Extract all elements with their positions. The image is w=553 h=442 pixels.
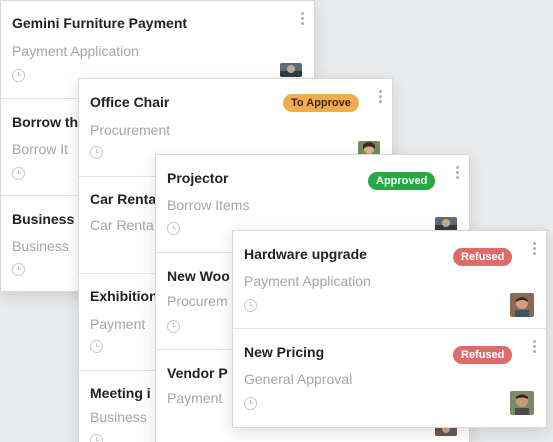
card-subtitle: Payment [90, 316, 146, 332]
avatar [435, 217, 457, 231]
card-subtitle: Borrow It [12, 141, 69, 157]
card-stack-4: Hardware upgrade Payment Application Ref… [232, 230, 547, 428]
card-title: Car Renta [90, 191, 157, 207]
card-subtitle: Payment Application [244, 273, 371, 289]
card-subtitle: Payment [167, 390, 223, 406]
clock-icon[interactable] [12, 69, 25, 82]
card-title: New Pricing [244, 344, 325, 360]
avatar [280, 63, 302, 77]
avatar [510, 391, 534, 415]
clock-icon[interactable] [167, 222, 180, 235]
card-menu-icon[interactable] [533, 340, 537, 354]
card-title: Office Chair [90, 94, 170, 110]
card-subtitle: Payment Application [12, 43, 139, 59]
clock-icon[interactable] [12, 167, 25, 180]
card-subtitle: General Approval [244, 371, 353, 387]
kanban-card-hardware-upgrade[interactable]: Hardware upgrade Payment Application Ref… [233, 231, 546, 329]
status-badge: Refused [453, 248, 513, 266]
card-title: Gemini Furniture Payment [12, 15, 188, 31]
card-subtitle: Business [12, 238, 69, 254]
card-menu-icon[interactable] [379, 90, 383, 104]
card-title: Business [12, 211, 75, 227]
card-title: New Woo [167, 268, 230, 284]
card-title: Exhibition [90, 288, 158, 304]
card-subtitle: Procurem [167, 293, 228, 309]
kanban-card-new-pricing[interactable]: New Pricing General Approval Refused [233, 329, 546, 427]
card-menu-icon[interactable] [456, 166, 460, 180]
card-subtitle: Procurement [90, 122, 171, 138]
status-badge: To Approve [283, 94, 359, 112]
clock-icon[interactable] [90, 340, 103, 353]
card-title: Hardware upgrade [244, 246, 367, 262]
card-menu-icon[interactable] [533, 242, 537, 256]
card-subtitle: Business [90, 409, 147, 425]
clock-icon[interactable] [12, 263, 25, 276]
card-menu-icon[interactable] [301, 12, 305, 26]
clock-icon[interactable] [244, 397, 257, 410]
status-badge: Approved [368, 172, 436, 190]
card-title: Meeting i [90, 385, 151, 401]
card-title: Borrow th [12, 114, 79, 130]
clock-icon[interactable] [90, 434, 103, 442]
card-subtitle: Car Renta [90, 217, 154, 233]
clock-icon[interactable] [90, 146, 103, 159]
card-title: Vendor P [167, 365, 228, 381]
clock-icon[interactable] [167, 320, 180, 333]
avatar [510, 293, 534, 317]
status-badge: Refused [453, 346, 513, 364]
card-title: Projector [167, 170, 229, 186]
card-subtitle: Borrow Items [167, 197, 250, 213]
clock-icon[interactable] [244, 299, 257, 312]
stacked-kanban-cards: Gemini Furniture Payment Payment Applica… [0, 0, 553, 442]
